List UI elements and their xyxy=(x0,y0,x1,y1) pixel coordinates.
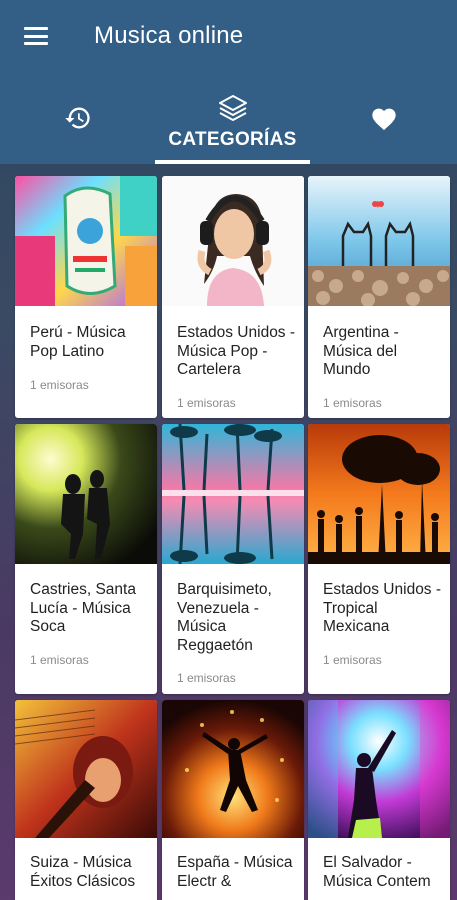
tab-favorites[interactable] xyxy=(310,72,457,164)
category-name: Castries, Santa Lucía - Música Soca xyxy=(30,581,136,635)
app-bar: Musica online xyxy=(0,0,457,72)
category-card-usa-tropical[interactable]: Estados Unidos - Tropical Mexicana 1 emi… xyxy=(308,424,450,694)
layers-icon xyxy=(218,95,247,121)
category-grid: Perú - Música Pop Latino 1 emisoras Esta… xyxy=(0,164,457,900)
category-card-el-salvador[interactable]: El Salvador - Música Contem xyxy=(308,700,450,900)
category-name: Perú - Música Pop Latino xyxy=(30,324,126,360)
category-image xyxy=(15,176,157,306)
app-title: Musica online xyxy=(94,22,244,49)
category-image xyxy=(162,424,304,564)
category-name: Barquisimeto, Venezuela - Música Reggaet… xyxy=(177,581,272,654)
category-image xyxy=(15,700,157,838)
station-count: 1 emisoras xyxy=(177,396,236,410)
heart-icon xyxy=(371,108,396,131)
menu-icon xyxy=(24,27,48,45)
category-name: Argentina - Música del Mundo xyxy=(323,324,399,378)
tab-categories-label: CATEGORÍAS xyxy=(168,129,297,150)
category-card-santa-lucia[interactable]: Castries, Santa Lucía - Música Soca 1 em… xyxy=(15,424,157,694)
category-card-barquisimeto[interactable]: Barquisimeto, Venezuela - Música Reggaet… xyxy=(162,424,304,694)
history-icon xyxy=(64,107,90,129)
category-name: España - Música Electr & xyxy=(177,854,293,890)
station-count: 1 emisoras xyxy=(177,671,236,685)
tab-history[interactable] xyxy=(0,72,155,164)
category-image xyxy=(308,176,450,306)
tab-bar: CATEGORÍAS xyxy=(0,72,457,164)
category-image xyxy=(162,176,304,306)
category-card-peru[interactable]: Perú - Música Pop Latino 1 emisoras xyxy=(15,176,157,418)
tab-categories[interactable]: CATEGORÍAS xyxy=(155,72,310,164)
category-image xyxy=(15,424,157,564)
station-count: 1 emisoras xyxy=(323,653,382,667)
category-name: Estados Unidos - Música Pop - Cartelera xyxy=(177,324,296,378)
category-name: Suiza - Música Éxitos Clásicos xyxy=(30,854,136,890)
category-image xyxy=(308,424,450,564)
category-card-argentina[interactable]: Argentina - Música del Mundo 1 emisoras xyxy=(308,176,450,418)
category-name: El Salvador - Música Contem xyxy=(323,854,431,890)
category-image xyxy=(162,700,304,838)
category-name: Estados Unidos - Tropical Mexicana xyxy=(323,581,442,635)
category-image xyxy=(308,700,450,838)
station-count: 1 emisoras xyxy=(323,396,382,410)
category-card-usa-pop[interactable]: Estados Unidos - Música Pop - Cartelera … xyxy=(162,176,304,418)
station-count: 1 emisoras xyxy=(30,378,89,392)
category-card-suiza[interactable]: Suiza - Música Éxitos Clásicos xyxy=(15,700,157,900)
menu-button[interactable] xyxy=(0,0,72,72)
category-card-espana[interactable]: España - Música Electr & xyxy=(162,700,304,900)
station-count: 1 emisoras xyxy=(30,653,89,667)
